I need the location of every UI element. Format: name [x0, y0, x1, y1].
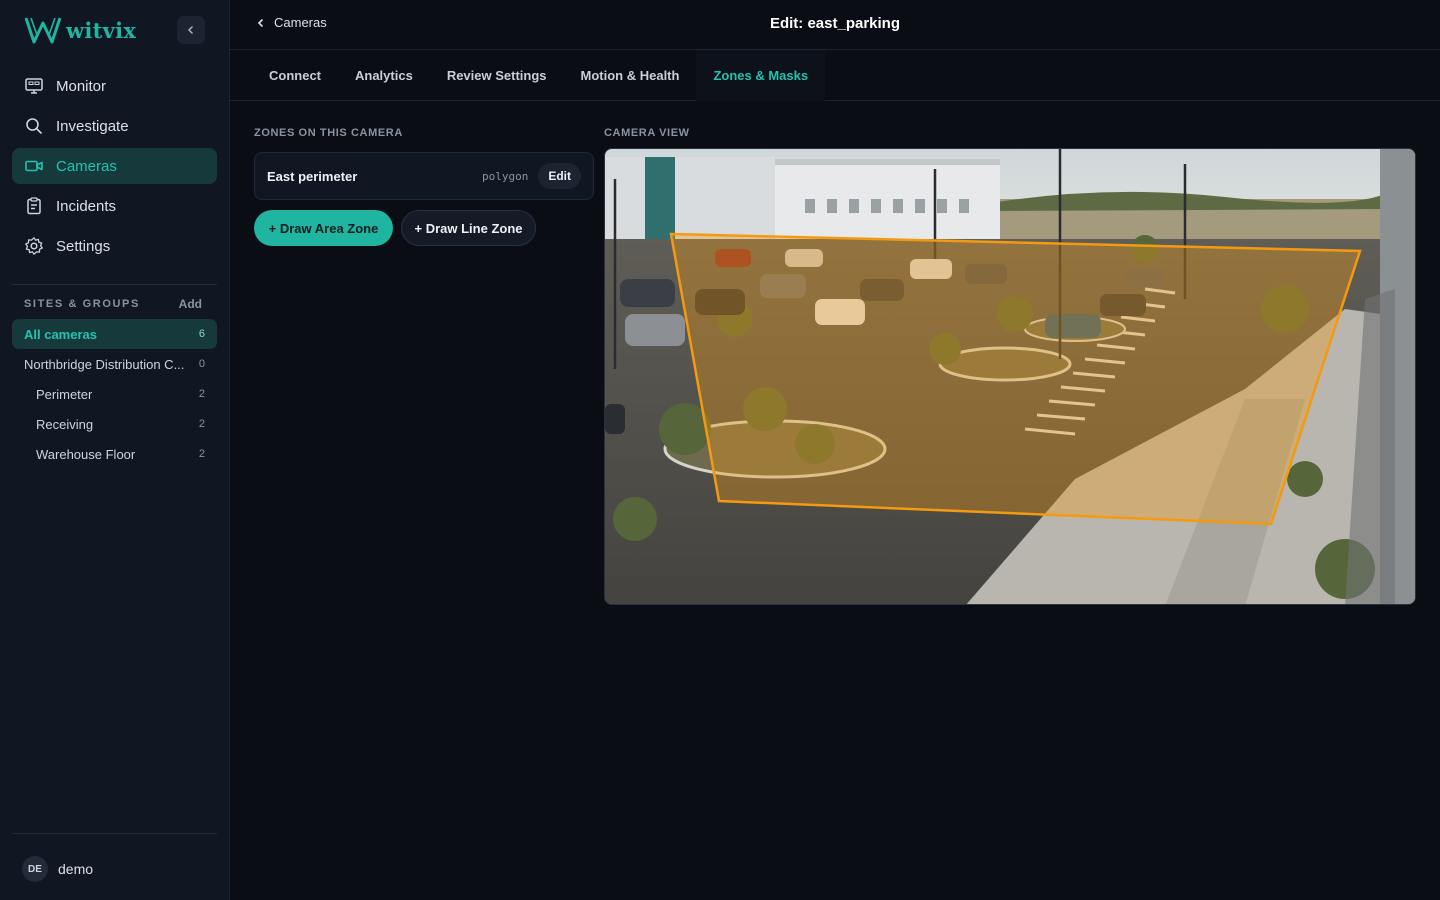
nav-item-cameras[interactable]: Cameras [12, 148, 217, 184]
zone-polygon-east-perimeter[interactable] [669, 232, 1362, 526]
search-icon [26, 118, 42, 134]
nav-label: Settings [56, 237, 111, 255]
zones-section-label: ZONES ON THIS CAMERA [254, 127, 403, 139]
tab-motion-health[interactable]: Motion & Health [564, 50, 697, 101]
group-perimeter[interactable]: Perimeter 2 [12, 379, 217, 409]
chevron-left-icon [187, 25, 194, 35]
zone-type: polygon [481, 169, 529, 183]
group-count: 2 [198, 448, 205, 460]
tab-connect[interactable]: Connect [252, 50, 338, 101]
nav-label: Monitor [56, 77, 107, 95]
group-name: Perimeter [36, 386, 93, 402]
group-warehouse-floor[interactable]: Warehouse Floor 2 [12, 439, 217, 469]
nav-label: Investigate [56, 117, 129, 135]
camera-view[interactable] [604, 148, 1416, 605]
sites-groups-header: SITES & GROUPS Add [24, 297, 202, 311]
top-bar: Cameras Edit: east_parking [230, 0, 1440, 50]
draw-area-zone-button[interactable]: + Draw Area Zone [254, 210, 393, 246]
group-name: Receiving [36, 416, 94, 432]
camera-icon [25, 160, 43, 172]
main-nav: Monitor Investigate Cameras Incidents Se… [12, 68, 217, 268]
camera-feed-image [605, 149, 1415, 604]
user-name: demo [58, 861, 94, 877]
group-count: 0 [198, 358, 205, 370]
gear-icon [25, 237, 43, 255]
group-count: 6 [198, 328, 205, 340]
sites-groups-title: SITES & GROUPS [24, 298, 140, 310]
camera-settings-tabs: Connect Analytics Review Settings Motion… [230, 50, 1440, 102]
zone-name: East perimeter [267, 168, 358, 184]
nav-label: Incidents [56, 197, 117, 215]
group-northbridge[interactable]: Northbridge Distribution C... 0 [12, 349, 217, 379]
nav-item-settings[interactable]: Settings [12, 228, 217, 264]
group-receiving[interactable]: Receiving 2 [12, 409, 217, 439]
camera-view-label: CAMERA VIEW [604, 127, 690, 139]
add-site-button[interactable]: Add [179, 297, 202, 311]
collapse-sidebar-button[interactable] [177, 16, 205, 44]
edit-zone-button[interactable]: Edit [538, 163, 581, 189]
nav-item-monitor[interactable]: Monitor [12, 68, 217, 104]
nav-item-incidents[interactable]: Incidents [12, 188, 217, 224]
brand-name: witvix [66, 17, 137, 43]
site-group-list: All cameras 6 Northbridge Distribution C… [12, 319, 217, 469]
nav-label: Cameras [56, 157, 117, 175]
draw-line-zone-button[interactable]: + Draw Line Zone [401, 210, 536, 246]
group-name: Warehouse Floor [36, 446, 136, 462]
user-menu[interactable]: DE demo [22, 856, 93, 882]
avatar: DE [22, 856, 48, 882]
sidebar-divider [12, 833, 217, 834]
group-name: All cameras [24, 326, 97, 342]
monitor-icon [25, 78, 43, 94]
tab-zones-masks[interactable]: Zones & Masks [696, 50, 826, 102]
sidebar: witvix Monitor Investigate Cameras Incid… [0, 0, 230, 900]
witvix-logo-icon [24, 17, 62, 44]
group-name: Northbridge Distribution C... [24, 356, 185, 372]
sidebar-divider [12, 284, 217, 285]
page-title: Edit: east_parking [769, 15, 901, 32]
group-count: 2 [198, 418, 205, 430]
zone-list-item[interactable]: East perimeter polygon Edit [254, 152, 594, 200]
tab-analytics[interactable]: Analytics [338, 50, 430, 101]
nav-item-investigate[interactable]: Investigate [12, 108, 217, 144]
group-all-cameras[interactable]: All cameras 6 [12, 319, 217, 349]
tab-review-settings[interactable]: Review Settings [430, 50, 564, 101]
group-count: 2 [198, 388, 205, 400]
clipboard-icon [27, 197, 41, 215]
brand-logo[interactable]: witvix [24, 15, 136, 45]
